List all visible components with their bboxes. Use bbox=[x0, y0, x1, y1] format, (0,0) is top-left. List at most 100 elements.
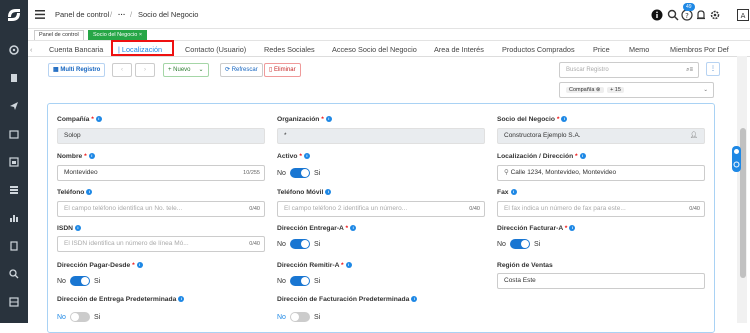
search-record-input[interactable]: Buscar Registro ⌕≡ bbox=[559, 62, 699, 78]
dir-remitir-toggle[interactable]: No Si bbox=[277, 276, 320, 286]
localizacion-label: Localización / Dirección * i bbox=[497, 153, 586, 160]
telefono-movil-input[interactable]: El campo teléfono 2 identifica un número… bbox=[277, 201, 485, 217]
dir-fact-pred-label: Dirección de Facturación Predeterminada i bbox=[277, 296, 418, 303]
search-icon[interactable] bbox=[667, 9, 679, 21]
bar-chart-icon[interactable] bbox=[9, 213, 19, 223]
region-label: Región de Ventas bbox=[497, 262, 553, 269]
table-icon[interactable] bbox=[9, 297, 19, 307]
info-icon: i bbox=[345, 262, 352, 268]
nuevo-button[interactable]: + Nuevo ⌄ bbox=[163, 63, 209, 77]
info-icon[interactable] bbox=[651, 9, 663, 21]
breadcrumb-current: Socio del Negocio bbox=[138, 10, 199, 19]
dir-facturar-toggle[interactable]: No Si bbox=[497, 239, 540, 249]
file-icon[interactable] bbox=[9, 241, 19, 251]
tab-contacto-usuario[interactable]: Contacto (Usuario) bbox=[185, 45, 246, 54]
more-options-icon[interactable]: ⋮ bbox=[706, 62, 720, 76]
breadcrumb-more[interactable]: ··· bbox=[118, 10, 126, 19]
nombre-input[interactable]: Montevideo 10/255 bbox=[57, 165, 265, 181]
dashboard-icon[interactable] bbox=[9, 45, 19, 55]
compania-field[interactable]: Solop bbox=[57, 128, 265, 144]
settings-icon bbox=[733, 161, 740, 168]
socio-field[interactable]: Constructora Ejemplo S.A. 👤︎ bbox=[497, 128, 705, 144]
dir-entregar-label: Dirección Entregar-A * i bbox=[277, 225, 357, 232]
dir-pagar-label: Dirección Pagar-Desde * i bbox=[57, 262, 143, 269]
info-icon: i bbox=[325, 189, 332, 195]
toggle-switch-icon bbox=[69, 276, 90, 286]
dir-fact-pred-toggle[interactable]: No Si bbox=[277, 312, 320, 322]
search-list-icon[interactable]: ⌕≡ bbox=[686, 63, 693, 77]
app-logo-icon[interactable] bbox=[4, 5, 24, 25]
calendar-icon[interactable] bbox=[9, 129, 19, 139]
telefono-input[interactable]: El campo teléfono identifica un No. tele… bbox=[57, 201, 265, 217]
list-icon[interactable] bbox=[9, 185, 19, 195]
fax-input[interactable]: El fax indica un número de fax para este… bbox=[497, 201, 705, 217]
activo-label: Activo * i bbox=[277, 153, 310, 160]
document-icon[interactable] bbox=[9, 73, 19, 83]
location-pin-icon: ⚲ bbox=[504, 169, 511, 176]
info-icon: i bbox=[86, 189, 93, 195]
dir-remitir-label: Dirección Remitir-A * i bbox=[277, 262, 352, 269]
isdn-input[interactable]: El ISDN identifica un número de línea Mó… bbox=[57, 236, 265, 252]
info-icon: i bbox=[136, 262, 143, 268]
person-icon[interactable]: 👤︎ bbox=[690, 129, 698, 143]
filter-field[interactable]: Compañía ⊗ + 15 ⌄ bbox=[559, 82, 714, 98]
dir-entrega-pred-toggle[interactable]: No Si bbox=[57, 312, 100, 322]
toggle-switch-icon bbox=[69, 312, 90, 322]
filter-more-chip: + 15 bbox=[607, 87, 624, 93]
tab-cuenta-bancaria[interactable]: Cuenta Bancaria bbox=[49, 45, 103, 54]
breadcrumb-home[interactable]: Panel de control bbox=[55, 10, 109, 19]
breadcrumb-separator: / bbox=[130, 10, 133, 19]
info-icon: i bbox=[561, 116, 568, 122]
socio-label: Socio del Negocio * i bbox=[497, 116, 568, 123]
refrescar-button[interactable]: ⟳ Refrescar bbox=[220, 63, 263, 77]
dir-pagar-toggle[interactable]: No Si bbox=[57, 276, 100, 286]
toggle-switch-icon bbox=[289, 276, 310, 286]
chevron-down-icon: ⌄ bbox=[198, 67, 204, 73]
tab-socio-del-negocio[interactable]: Socio del Negocio × bbox=[88, 30, 148, 40]
search-icon[interactable] bbox=[9, 269, 19, 279]
multi-registro-button[interactable]: ▦ Multi Registro bbox=[48, 63, 106, 77]
settings-icon[interactable] bbox=[709, 9, 721, 21]
info-icon: i bbox=[411, 296, 418, 302]
info-icon: i bbox=[510, 189, 517, 195]
info-icon: i bbox=[74, 225, 81, 231]
isdn-label: ISDN i bbox=[57, 225, 81, 232]
organizacion-field[interactable]: * bbox=[277, 128, 485, 144]
tab-memo[interactable]: Memo bbox=[629, 45, 649, 54]
dir-entrega-pred-label: Dirección de Entrega Predeterminada i bbox=[57, 296, 185, 303]
info-icon: i bbox=[579, 153, 586, 159]
tab-area-de-interes[interactable]: Area de Interés bbox=[434, 45, 484, 54]
send-icon[interactable] bbox=[9, 101, 19, 111]
side-panel-toggle[interactable] bbox=[732, 146, 741, 172]
fax-label: Fax i bbox=[497, 189, 517, 196]
compania-label: Compañía * i bbox=[57, 116, 102, 123]
dir-entregar-toggle[interactable]: No Si bbox=[277, 239, 320, 249]
refresh-icon: ⟳ bbox=[225, 67, 232, 73]
chevron-down-icon[interactable]: ⌄ bbox=[703, 83, 708, 97]
left-sidebar bbox=[0, 0, 28, 323]
info-icon: i bbox=[350, 225, 357, 231]
tab-acceso-socio[interactable]: Acceso Socio del Negocio bbox=[332, 45, 417, 54]
previous-record-button[interactable]: ‹ bbox=[112, 63, 132, 77]
info-icon: i bbox=[569, 225, 576, 231]
breadcrumb-separator: / bbox=[110, 10, 113, 19]
tabs-scroll-left-icon[interactable]: ‹ bbox=[30, 45, 32, 54]
next-record-button[interactable]: › bbox=[135, 63, 155, 77]
translate-icon[interactable]: A bbox=[737, 9, 749, 21]
tab-redes-sociales[interactable]: Redes Sociales bbox=[264, 45, 315, 54]
bell-icon[interactable] bbox=[695, 9, 707, 21]
report-icon[interactable] bbox=[9, 157, 19, 167]
tab-panel-de-control[interactable]: Panel de control bbox=[34, 30, 84, 40]
tab-price[interactable]: Price bbox=[593, 45, 610, 54]
region-field[interactable]: Costa Este bbox=[497, 273, 705, 289]
activo-toggle[interactable]: No Si bbox=[277, 168, 320, 178]
info-icon: i bbox=[88, 153, 95, 159]
telefono-label: Teléfono i bbox=[57, 189, 93, 196]
hamburger-menu-icon[interactable] bbox=[35, 10, 45, 19]
localizacion-input[interactable]: ⚲ Calle 1234, Montevideo, Montevideo bbox=[497, 165, 705, 181]
tab-miembros-por-def[interactable]: Miembros Por Def bbox=[670, 45, 729, 54]
tab-productos-comprados[interactable]: Productos Comprados bbox=[502, 45, 575, 54]
eliminar-button[interactable]: ▯ Eliminar bbox=[264, 63, 301, 77]
toggle-switch-icon bbox=[289, 239, 310, 249]
toggle-switch-icon bbox=[289, 168, 310, 178]
